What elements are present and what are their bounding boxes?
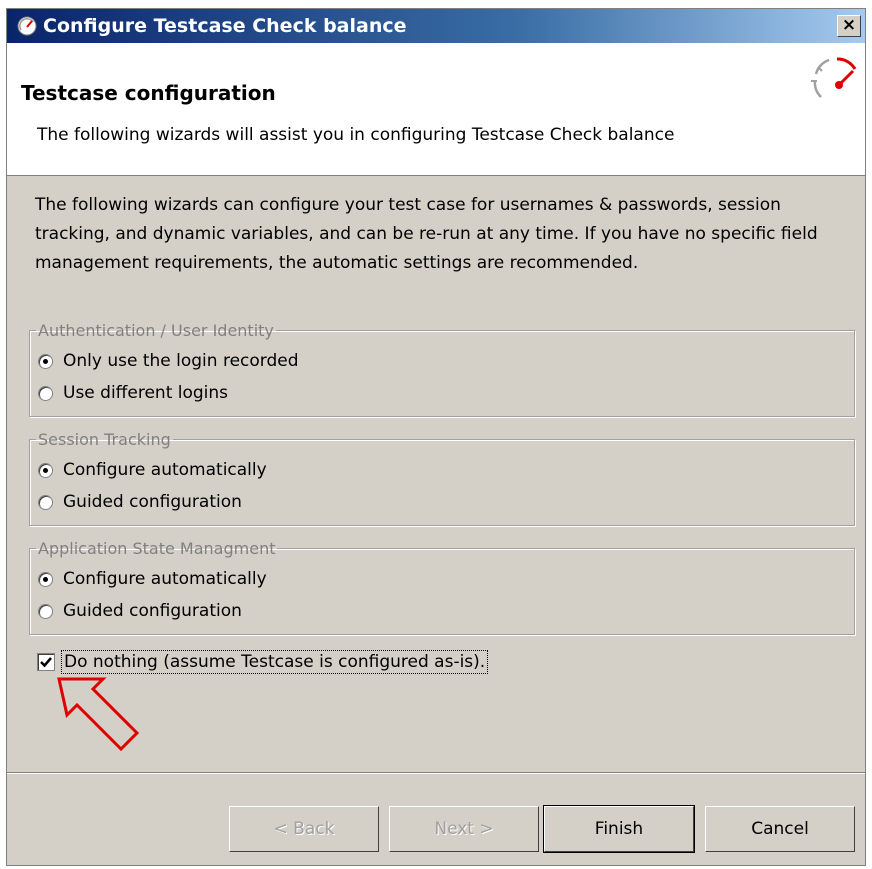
radio-button[interactable] — [38, 571, 53, 587]
radio-button[interactable] — [38, 603, 53, 619]
radio-label: Configure automatically — [63, 569, 267, 589]
radio-session-guided[interactable]: Guided configuration — [38, 489, 242, 515]
do-nothing-checkbox[interactable] — [37, 653, 55, 671]
cancel-button[interactable]: Cancel — [705, 806, 855, 852]
back-button[interactable]: < Back — [229, 806, 379, 852]
button-separator — [7, 772, 865, 774]
radio-label: Guided configuration — [63, 601, 242, 621]
radio-different-logins[interactable]: Use different logins — [38, 380, 228, 406]
group-legend: Session Tracking — [38, 430, 171, 449]
radio-label: Guided configuration — [63, 492, 242, 512]
title-bar[interactable]: Configure Testcase Check balance × — [7, 9, 865, 43]
radio-appstate-guided[interactable]: Guided configuration — [38, 598, 242, 624]
do-nothing-label: Do nothing (assume Testcase is configure… — [61, 650, 489, 674]
radio-label: Use different logins — [63, 383, 229, 403]
checkmark-icon — [40, 657, 52, 668]
radio-appstate-configure-auto[interactable]: Configure automatically — [38, 566, 267, 592]
next-button[interactable]: Next > — [389, 806, 539, 852]
radio-button[interactable] — [38, 462, 53, 478]
gauge-icon — [17, 16, 37, 36]
close-button[interactable]: × — [837, 15, 861, 37]
page-title: Testcase configuration — [21, 81, 276, 105]
window-title: Configure Testcase Check balance — [43, 15, 407, 37]
header-banner: Testcase configuration The following wiz… — [7, 43, 865, 176]
radio-button[interactable] — [38, 353, 53, 369]
do-nothing-checkbox-row[interactable]: Do nothing (assume Testcase is configure… — [37, 647, 489, 677]
application-state-group: Application State Managment Configure au… — [29, 539, 855, 635]
radio-session-configure-auto[interactable]: Configure automatically — [38, 457, 267, 483]
radio-label: Configure automatically — [63, 460, 267, 480]
session-tracking-group: Session Tracking Configure automatically… — [29, 430, 855, 526]
configure-testcase-dialog: Configure Testcase Check balance × Testc… — [6, 8, 866, 866]
page-subtitle: The following wizards will assist you in… — [37, 125, 675, 145]
radio-button[interactable] — [38, 494, 53, 510]
authentication-group: Authentication / User Identity Only use … — [29, 321, 855, 417]
red-arrow-annotation — [57, 677, 139, 751]
radio-label: Only use the login recorded — [63, 351, 299, 371]
group-legend: Authentication / User Identity — [38, 321, 274, 340]
finish-button[interactable]: Finish — [543, 805, 695, 853]
radio-only-login-recorded[interactable]: Only use the login recorded — [38, 348, 299, 374]
intro-text: The following wizards can configure your… — [35, 195, 818, 273]
radio-button[interactable] — [38, 385, 53, 401]
gauge-icon — [811, 57, 857, 98]
group-legend: Application State Managment — [38, 539, 276, 558]
